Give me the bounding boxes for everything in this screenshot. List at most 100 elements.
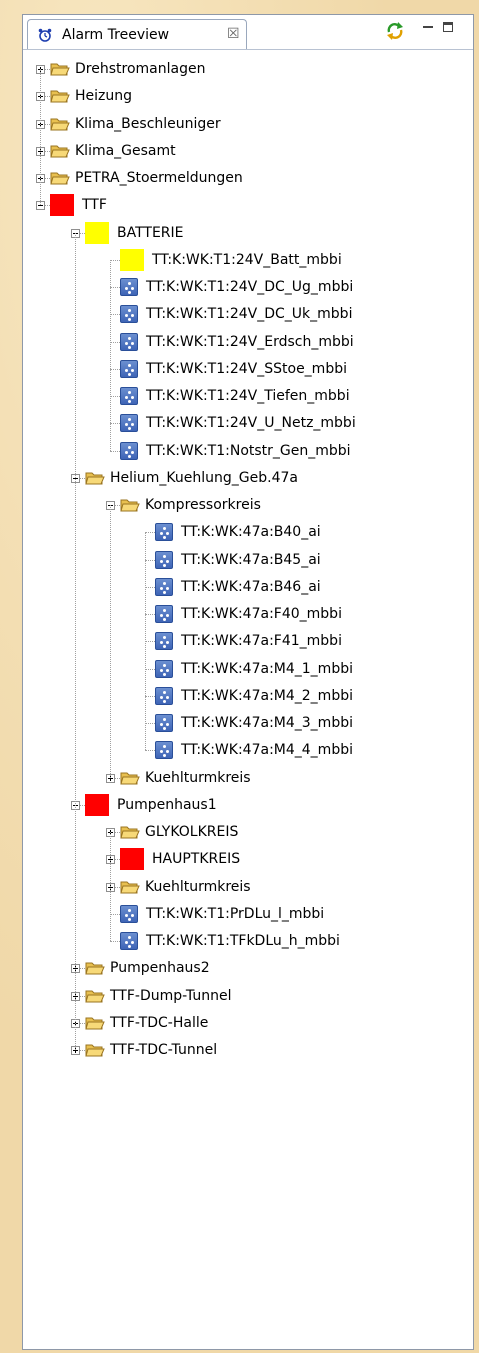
tree-item-label: TT:K:WK:T1:Notstr_Gen_mbbi <box>146 442 351 459</box>
process-variable-icon <box>120 387 138 405</box>
tree-row[interactable]: Kompressorkreis <box>23 492 473 519</box>
maximize-icon[interactable] <box>443 22 453 32</box>
tree-item-label: TTF-TDC-Halle <box>110 1014 209 1031</box>
tree-row[interactable]: TTF-Dump-Tunnel <box>23 983 473 1010</box>
process-variable-icon <box>120 904 138 923</box>
process-variable-icon <box>120 278 138 296</box>
alarm-tree: Drehstromanlagen Heizung Klima_Beschleunig… <box>23 50 473 1340</box>
tree-row[interactable]: TT:K:WK:T1:24V_DC_Uk_mbbi <box>23 301 473 328</box>
process-variable-icon <box>155 632 173 651</box>
tree-row[interactable]: TT:K:WK:47a:B45_ai <box>23 547 473 574</box>
tree-item-label: BATTERIE <box>117 224 184 241</box>
tree-row[interactable]: TT:K:WK:T1:PrDLu_l_mbbi <box>23 901 473 928</box>
folder-icon <box>120 497 140 513</box>
process-variable-icon <box>155 686 173 705</box>
tree-row[interactable]: GLYKOLKREIS <box>23 819 473 846</box>
tree-item-label: TT:K:WK:T1:24V_Erdsch_mbbi <box>146 333 354 350</box>
tree-guide-line <box>145 532 146 751</box>
tree-item-label: TT:K:WK:47a:B40_ai <box>181 524 321 541</box>
tree-item-label: TT:K:WK:T1:24V_DC_Uk_mbbi <box>146 306 353 323</box>
process-variable-icon <box>155 714 173 732</box>
tree-item-label: Helium_Kuehlung_Geb.47a <box>110 469 298 486</box>
tree-guide-line <box>110 259 111 451</box>
tree-item-label: TT:K:WK:T1:24V_Batt_mbbi <box>152 251 342 268</box>
tree-item-label: TT:K:WK:47a:F41_mbbi <box>181 633 342 650</box>
tree-row[interactable]: TT:K:WK:47a:B40_ai <box>23 519 473 546</box>
tree-row[interactable]: HAUPTKREIS <box>23 846 473 873</box>
process-variable-icon <box>120 414 138 433</box>
process-variable-icon <box>120 441 138 460</box>
tree-item-label: Pumpenhaus2 <box>110 960 210 977</box>
tree-item-label: TT:K:WK:47a:M4_3_mbbi <box>181 715 353 731</box>
tree-row[interactable]: Heizung <box>23 83 473 110</box>
alarm-treeview-panel: Alarm Treeview ☒ Drehstromanlagen Heizung… <box>22 14 474 1350</box>
process-variable-icon <box>155 550 173 569</box>
tree-row[interactable]: TT:K:WK:47a:F41_mbbi <box>23 628 473 655</box>
process-variable-icon <box>120 932 138 950</box>
tree-row[interactable]: TT:K:WK:47a:M4_1_mbbi <box>23 656 473 683</box>
process-variable-icon <box>120 359 138 378</box>
folder-icon <box>50 116 70 132</box>
tree-row[interactable]: TT:K:WK:T1:24V_Erdsch_mbbi <box>23 329 473 356</box>
tree-row[interactable]: TT:K:WK:47a:B46_ai <box>23 574 473 601</box>
tree-row[interactable]: TTF-TDC-Tunnel <box>23 1037 473 1064</box>
tree-item-label: Klima_Beschleuniger <box>75 115 221 132</box>
process-variable-icon <box>120 305 138 324</box>
tree-item-label: TT:K:WK:T1:24V_SStoe_mbbi <box>146 360 347 377</box>
minimize-icon[interactable] <box>423 26 433 28</box>
tree-item-label: TTF-TDC-Tunnel <box>110 1042 218 1058</box>
tree-item-label: Heizung <box>75 88 133 105</box>
tree-row[interactable]: TT:K:WK:T1:TFkDLu_h_mbbi <box>23 928 473 955</box>
tree-item-label: TTF <box>82 197 107 214</box>
tree-item-label: GLYKOLKREIS <box>145 824 239 840</box>
tree-row[interactable]: BATTERIE <box>23 220 473 247</box>
tree-row[interactable]: Kuehlturmkreis <box>23 874 473 901</box>
tree-item-label: TT:K:WK:T1:PrDLu_l_mbbi <box>146 905 325 922</box>
tree-row[interactable]: TT:K:WK:T1:24V_U_Netz_mbbi <box>23 410 473 437</box>
tree-row[interactable]: TT:K:WK:T1:24V_DC_Ug_mbbi <box>23 274 473 301</box>
tree-row[interactable]: Pumpenhaus2 <box>23 955 473 982</box>
sync-arrows-icon[interactable] <box>385 21 405 41</box>
tree-row[interactable]: PETRA_Stoermeldungen <box>23 165 473 192</box>
tree-row[interactable]: TT:K:WK:T1:24V_SStoe_mbbi <box>23 356 473 383</box>
close-icon[interactable]: ☒ <box>227 26 240 42</box>
tree-item-label: TT:K:WK:47a:M4_1_mbbi <box>181 660 353 677</box>
tree-row[interactable]: TT:K:WK:T1:Notstr_Gen_mbbi <box>23 438 473 465</box>
tree-item-label: TT:K:WK:T1:TFkDLu_h_mbbi <box>146 933 340 949</box>
tree-row[interactable]: Kuehlturmkreis <box>23 765 473 792</box>
tree-item-label: TT:K:WK:47a:M4_4_mbbi <box>181 742 353 759</box>
tab-alarm-treeview[interactable]: Alarm Treeview ☒ <box>27 19 247 49</box>
folder-icon <box>50 170 70 186</box>
tree-row[interactable]: Pumpenhaus1 <box>23 792 473 819</box>
folder-icon <box>120 824 140 840</box>
tree-item-label: TT:K:WK:T1:24V_U_Netz_mbbi <box>146 415 356 432</box>
tree-row[interactable]: TT:K:WK:T1:24V_Tiefen_mbbi <box>23 383 473 410</box>
tree-row[interactable]: TTF-TDC-Halle <box>23 1010 473 1037</box>
process-variable-icon <box>120 332 138 351</box>
tree-item-label: TTF-Dump-Tunnel <box>110 987 232 1004</box>
tree-row[interactable]: TT:K:WK:47a:M4_2_mbbi <box>23 683 473 710</box>
tree-row[interactable]: TT:K:WK:47a:M4_3_mbbi <box>23 710 473 737</box>
tree-item-label: Kompressorkreis <box>145 497 261 513</box>
tree-guide-line <box>110 505 111 778</box>
tree-item-label: PETRA_Stoermeldungen <box>75 170 243 186</box>
tree-row[interactable]: Klima_Beschleuniger <box>23 111 473 138</box>
tree-row[interactable]: TT:K:WK:47a:M4_4_mbbi <box>23 737 473 764</box>
tree-row[interactable]: TTF <box>23 192 473 219</box>
tree-item-label: TT:K:WK:47a:F40_mbbi <box>181 606 342 622</box>
folder-icon <box>120 879 140 895</box>
tree-item-label: HAUPTKREIS <box>152 851 241 868</box>
process-variable-icon <box>155 523 173 542</box>
tree-row[interactable]: TT:K:WK:T1:24V_Batt_mbbi <box>23 247 473 274</box>
tree-item-label: TT:K:WK:T1:24V_Tiefen_mbbi <box>146 388 350 404</box>
folder-icon <box>85 1042 105 1058</box>
process-variable-icon <box>155 659 173 678</box>
tree-row[interactable]: TT:K:WK:47a:F40_mbbi <box>23 601 473 628</box>
tree-row[interactable]: Drehstromanlagen <box>23 56 473 83</box>
folder-icon <box>50 143 70 159</box>
tree-row[interactable]: Helium_Kuehlung_Geb.47a <box>23 465 473 492</box>
tree-row[interactable]: Klima_Gesamt <box>23 138 473 165</box>
alarm-yellow-square-icon <box>120 248 144 271</box>
tree-guide-line <box>110 832 111 941</box>
tab-title: Alarm Treeview <box>62 27 170 43</box>
